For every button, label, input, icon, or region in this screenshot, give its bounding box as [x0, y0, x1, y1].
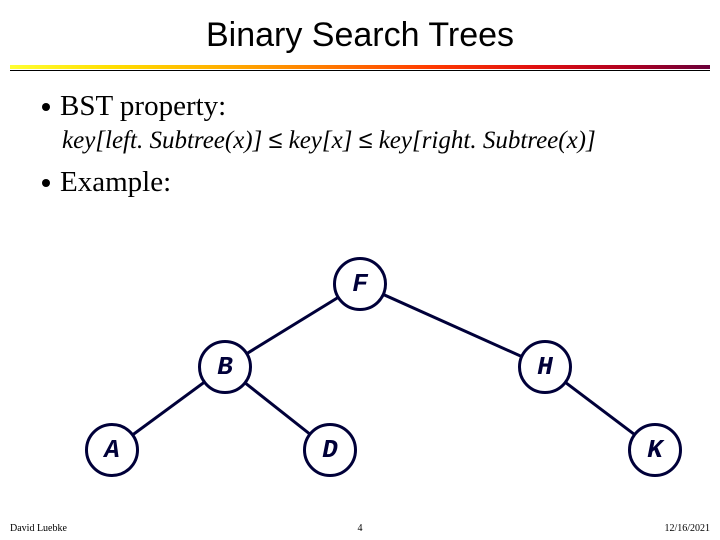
bst-property-line: key[left. Subtree(x)] ≤ key[x] ≤ key[rig… — [62, 126, 690, 155]
bullet-2-text: Example: — [60, 165, 171, 200]
bullet-1-text: BST property: — [60, 89, 226, 124]
bullet-dot-icon — [42, 179, 50, 187]
bullet-2: Example: — [42, 165, 690, 200]
bullet-dot-icon — [42, 103, 50, 111]
tree-node-B: B — [198, 340, 252, 394]
rule-line — [10, 70, 710, 71]
le-icon: ≤ — [359, 126, 373, 154]
page-title: Binary Search Trees — [0, 0, 720, 65]
le-icon: ≤ — [269, 126, 283, 154]
tree-node-H: H — [518, 340, 572, 394]
footer: David Luebke 4 12/16/2021 — [0, 523, 720, 534]
tree-node-A: A — [85, 423, 139, 477]
rule-gradient — [10, 65, 710, 69]
prop-left: key[left. Subtree(x)] — [62, 127, 262, 154]
tree-node-K: K — [628, 423, 682, 477]
prop-mid: key[x] — [289, 127, 353, 154]
title-rule — [10, 65, 710, 71]
content-area: BST property: key[left. Subtree(x)] ≤ ke… — [0, 81, 720, 200]
footer-page: 4 — [358, 523, 363, 534]
footer-author: David Luebke — [10, 523, 67, 534]
prop-right: key[right. Subtree(x)] — [379, 127, 596, 154]
tree-diagram: F B H A D K — [0, 252, 720, 512]
tree-node-D: D — [303, 423, 357, 477]
tree-node-F: F — [333, 257, 387, 311]
bullet-1: BST property: — [42, 89, 690, 124]
footer-date: 12/16/2021 — [664, 523, 710, 534]
